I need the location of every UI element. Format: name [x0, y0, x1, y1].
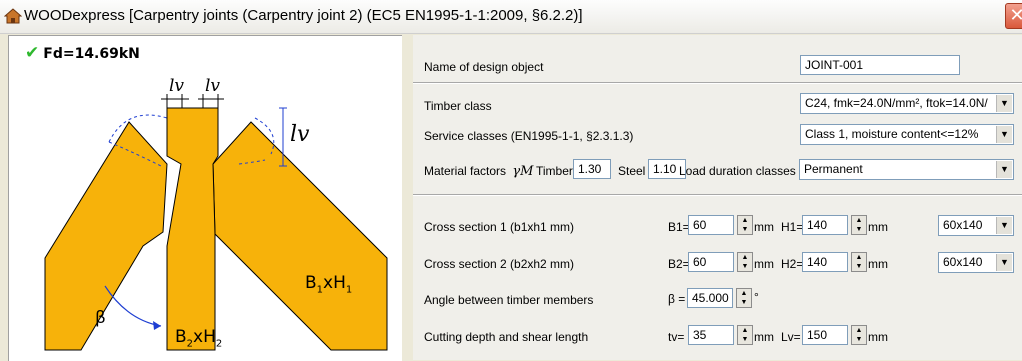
window-title: WOODexpress [Carpentry joints (Carpentry…: [24, 7, 583, 24]
b1-label: B1=: [668, 220, 690, 234]
member-left-shape: [44, 121, 168, 351]
b1xh1-label: B1xH1: [305, 273, 353, 296]
name-label: Name of design object: [424, 60, 544, 74]
check-icon: ✔: [25, 43, 40, 63]
chevron-down-icon[interactable]: ▼: [996, 95, 1012, 112]
cutting-label: Cutting depth and shear length: [424, 330, 589, 344]
b2-spinner[interactable]: ▲ ▼: [737, 252, 753, 272]
divider: [413, 194, 1022, 196]
h1-unit: mm: [868, 220, 888, 234]
chevron-down-icon[interactable]: ▼: [996, 126, 1012, 143]
b2xh2-label: B2xH2: [175, 327, 223, 350]
h1-input[interactable]: 140: [802, 215, 848, 235]
material-factors-label: Material factors γM: [424, 164, 534, 179]
angle-label: Angle between timber members: [424, 293, 594, 307]
cs2-label: Cross section 2 (b2xh2 mm): [424, 257, 575, 271]
angle-input[interactable]: 45.000: [687, 288, 733, 308]
load-duration-select[interactable]: Permanent ▼: [799, 159, 1014, 180]
lv-unit: mm: [868, 330, 888, 344]
b2-input[interactable]: 60: [688, 252, 734, 272]
tv-label: tv=: [668, 330, 685, 344]
lv-label: Lv=: [781, 330, 801, 344]
app-house-icon: [4, 8, 22, 24]
cs1-preset-select[interactable]: 60x140 ▼: [938, 215, 1014, 236]
input-panel: Name of design object JOINT-001 Timber c…: [413, 35, 1022, 360]
cs2-preset-select[interactable]: 60x140 ▼: [938, 252, 1014, 273]
beta-label: β: [95, 308, 106, 328]
member-vertical-shape: [166, 107, 219, 351]
tv-unit: mm: [754, 330, 774, 344]
member-right-shape: [212, 121, 388, 351]
lv-input[interactable]: 150: [802, 325, 848, 345]
gamma-m-symbol: γM: [512, 164, 534, 179]
joint-drawing-panel: ✔ Fd=14.69kN lv lv lv β B1xH1 B2xH2: [8, 35, 402, 361]
timber-class-select[interactable]: C24, fmk=24.0N/mm², ftok=14.0N/▼: [800, 93, 1014, 114]
b1-input[interactable]: 60: [688, 215, 734, 235]
timber-factor-input[interactable]: 1.30: [573, 159, 611, 179]
timber-factor-label: Timber: [536, 164, 573, 178]
title-bar: WOODexpress [Carpentry joints (Carpentry…: [0, 0, 1022, 34]
h2-input[interactable]: 140: [802, 252, 848, 272]
b2-label: B2=: [668, 257, 690, 271]
lv-top-right-label: lv: [205, 76, 221, 96]
beta-symbol: β =: [668, 292, 686, 306]
h2-spinner[interactable]: ▲ ▼: [851, 252, 867, 272]
status-result: ✔ Fd=14.69kN: [25, 43, 140, 63]
b1-spinner[interactable]: ▲ ▼: [737, 215, 753, 235]
tv-spinner[interactable]: ▲ ▼: [737, 325, 753, 345]
status-text: Fd=14.69kN: [43, 46, 140, 62]
chevron-down-icon[interactable]: ▼: [996, 254, 1012, 271]
tv-input[interactable]: 35: [688, 325, 734, 345]
service-class-select[interactable]: Class 1, moisture content<=12% ▼: [800, 124, 1014, 145]
angle-unit: °: [754, 290, 759, 304]
name-input[interactable]: JOINT-001: [800, 55, 960, 75]
cs1-label: Cross section 1 (b1xh1 mm): [424, 220, 575, 234]
h2-label: H2=: [781, 257, 804, 271]
lv-spinner[interactable]: ▲ ▼: [851, 325, 867, 345]
h1-label: H1=: [781, 220, 804, 234]
chevron-down-icon[interactable]: ▼: [996, 161, 1012, 178]
divider: [413, 82, 1022, 84]
chevron-down-icon[interactable]: ▼: [996, 217, 1012, 234]
angle-spinner[interactable]: ▲ ▼: [736, 288, 752, 308]
b2-unit: mm: [754, 257, 774, 271]
lv-right-label: lv: [290, 122, 310, 147]
load-duration-label: Load duration classes: [679, 164, 796, 178]
service-class-label: Service classes (EN1995-1-1, §2.3.1.3): [424, 129, 634, 143]
close-button[interactable]: ✕: [1005, 3, 1022, 29]
h1-spinner[interactable]: ▲ ▼: [851, 215, 867, 235]
b1-unit: mm: [754, 220, 774, 234]
lv-top-left-label: lv: [169, 76, 185, 96]
steel-factor-label: Steel: [618, 164, 646, 178]
timber-class-label: Timber class: [424, 99, 492, 113]
h2-unit: mm: [868, 257, 888, 271]
